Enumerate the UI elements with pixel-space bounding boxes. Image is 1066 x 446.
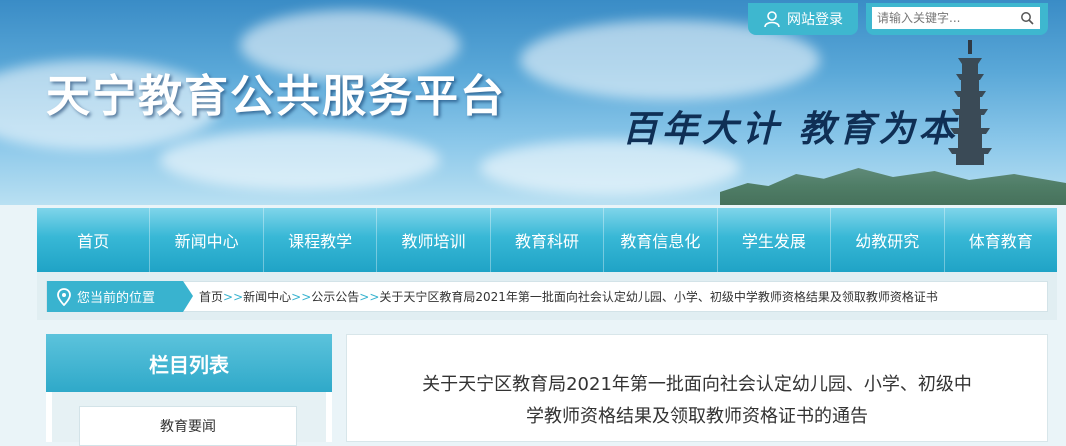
breadcrumb-separator: >> (359, 290, 380, 304)
user-icon (764, 11, 780, 28)
sidebar-title: 栏目列表 (46, 334, 332, 392)
sidebar-item-education-news[interactable]: 教育要闻 (79, 406, 297, 446)
cityscape-image (720, 168, 1066, 205)
nav-item-sports[interactable]: 体育教育 (945, 208, 1057, 272)
breadcrumb-separator: >> (291, 290, 312, 304)
nav-item-home[interactable]: 首页 (37, 208, 151, 272)
site-title: 天宁教育公共服务平台 (46, 71, 506, 122)
article-panel: 关于天宁区教育局2021年第一批面向社会认定幼儿园、小学、初级中 学教师资格结果… (346, 334, 1048, 442)
breadcrumb-bar: 您当前的位置 首页>>新闻中心>>公示公告>>关于天宁区教育局2021年第一批面… (37, 272, 1057, 320)
nav-item-preschool[interactable]: 幼教研究 (831, 208, 945, 272)
location-pin-icon (57, 287, 71, 306)
breadcrumb-separator: >> (223, 290, 244, 304)
main-nav: 首页 新闻中心 课程教学 教师培训 教育科研 教育信息化 学生发展 幼教研究 体… (37, 208, 1057, 272)
nav-item-curriculum[interactable]: 课程教学 (264, 208, 378, 272)
article-title: 关于天宁区教育局2021年第一批面向社会认定幼儿园、小学、初级中 学教师资格结果… (377, 369, 1017, 433)
breadcrumb-link-home[interactable]: 首页 (199, 290, 223, 304)
breadcrumb-label-text: 您当前的位置 (77, 291, 156, 306)
header-banner: 天宁教育公共服务平台 百年大计 教育为本 网站登录 (0, 0, 1066, 205)
nav-item-research[interactable]: 教育科研 (491, 208, 605, 272)
breadcrumb-label: 您当前的位置 (47, 281, 193, 312)
sidebar-list: 教育要闻 (52, 392, 326, 446)
nav-item-news-center[interactable]: 新闻中心 (150, 208, 264, 272)
login-label: 网站登录 (787, 12, 843, 28)
nav-item-informatization[interactable]: 教育信息化 (604, 208, 718, 272)
article-title-line: 关于天宁区教育局2021年第一批面向社会认定幼儿园、小学、初级中 (422, 374, 972, 395)
search-input[interactable] (872, 7, 1040, 29)
breadcrumb-path: 首页>>新闻中心>>公示公告>>关于天宁区教育局2021年第一批面向社会认定幼儿… (199, 288, 938, 305)
article-title-line: 学教师资格结果及领取教师资格证书的通告 (526, 406, 868, 427)
breadcrumb: 您当前的位置 首页>>新闻中心>>公示公告>>关于天宁区教育局2021年第一批面… (46, 281, 1048, 312)
login-button[interactable]: 网站登录 (748, 3, 858, 35)
nav-item-student-development[interactable]: 学生发展 (718, 208, 832, 272)
pagoda-image (948, 40, 992, 165)
sidebar: 栏目列表 教育要闻 (46, 334, 332, 446)
search-box (866, 3, 1048, 35)
breadcrumb-link-news-center[interactable]: 新闻中心 (243, 290, 291, 304)
slogan: 百年大计 教育为本 (622, 108, 959, 150)
breadcrumb-current-page[interactable]: 关于天宁区教育局2021年第一批面向社会认定幼儿园、小学、初级中学教师资格结果及… (379, 290, 938, 304)
search-icon[interactable] (1020, 11, 1034, 25)
cloud-decoration (160, 130, 440, 190)
breadcrumb-link-announcements[interactable]: 公示公告 (311, 290, 359, 304)
nav-item-teacher-training[interactable]: 教师培训 (377, 208, 491, 272)
